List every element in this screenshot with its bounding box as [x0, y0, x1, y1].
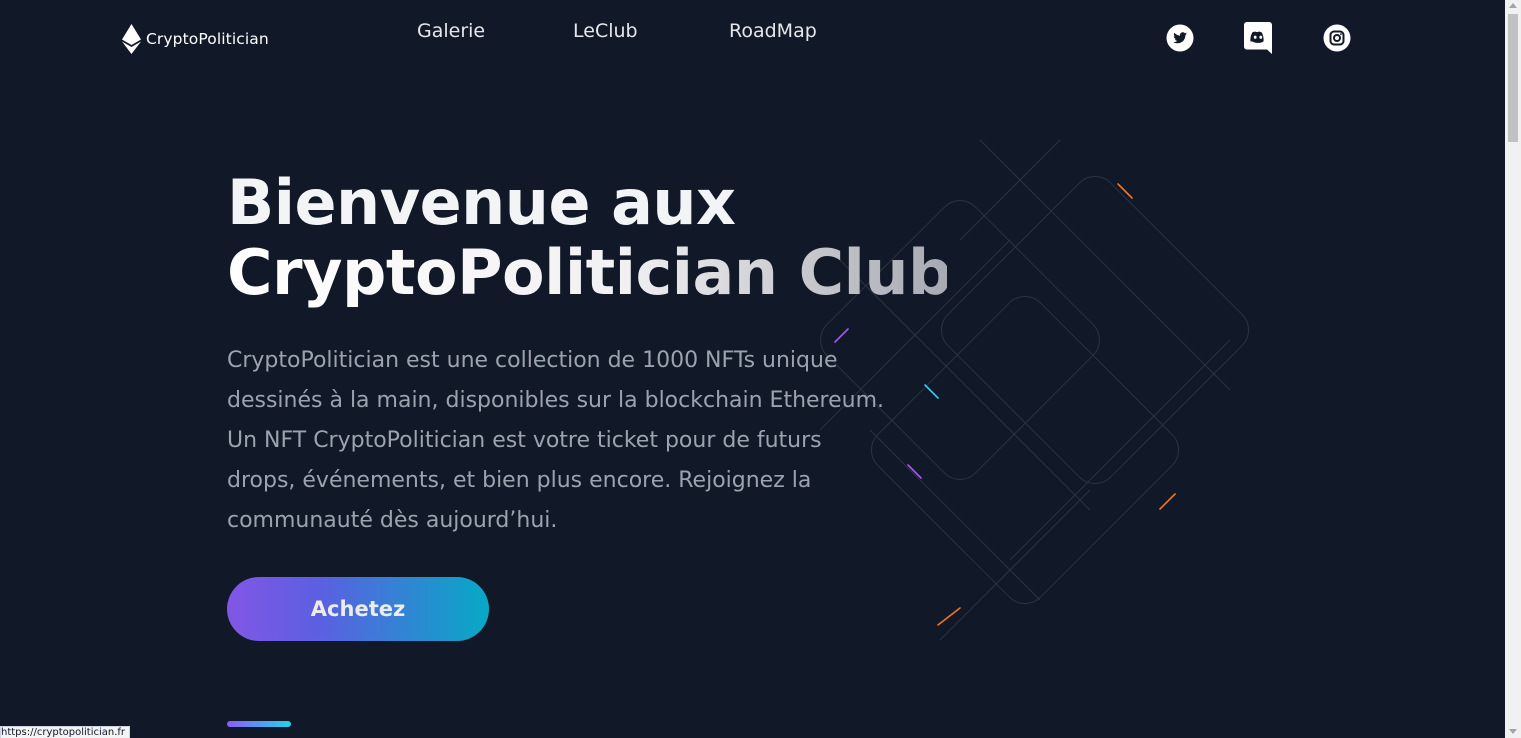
vertical-scrollbar[interactable]: [1505, 0, 1521, 738]
brand-logo[interactable]: CryptoPolitician: [122, 24, 269, 54]
scroll-down-arrow-icon[interactable]: [1509, 729, 1517, 734]
hero-title-line-2: CryptoPolitician Club: [227, 236, 952, 309]
nav-item-roadmap[interactable]: RoadMap: [729, 20, 817, 42]
instagram-link[interactable]: [1322, 22, 1352, 54]
buy-button[interactable]: Achetez: [227, 577, 489, 641]
page: CryptoPolitician Galerie LeClub RoadMap: [0, 0, 1505, 738]
scrollbar-thumb[interactable]: [1508, 14, 1518, 142]
status-bar-url: https://cryptopolitician.fr: [0, 726, 131, 738]
nav-item-leclub[interactable]: LeClub: [573, 20, 638, 42]
brand-name: CryptoPolitician: [146, 30, 269, 48]
twitter-link[interactable]: [1165, 22, 1195, 54]
ethereum-icon: [122, 24, 141, 54]
instagram-icon: [1323, 24, 1351, 52]
section-accent-bar: [227, 721, 291, 727]
discord-icon: [1244, 22, 1272, 54]
nav-item-galerie[interactable]: Galerie: [417, 20, 485, 42]
scroll-up-arrow-icon[interactable]: [1509, 3, 1517, 8]
hero-title-line-1: Bienvenue aux: [227, 166, 736, 239]
discord-link[interactable]: [1243, 22, 1273, 54]
hero-title: Bienvenue aux CryptoPolitician Club: [227, 166, 952, 309]
twitter-icon: [1166, 24, 1194, 52]
hero-description: CryptoPolitician est une collection de 1…: [227, 348, 885, 533]
